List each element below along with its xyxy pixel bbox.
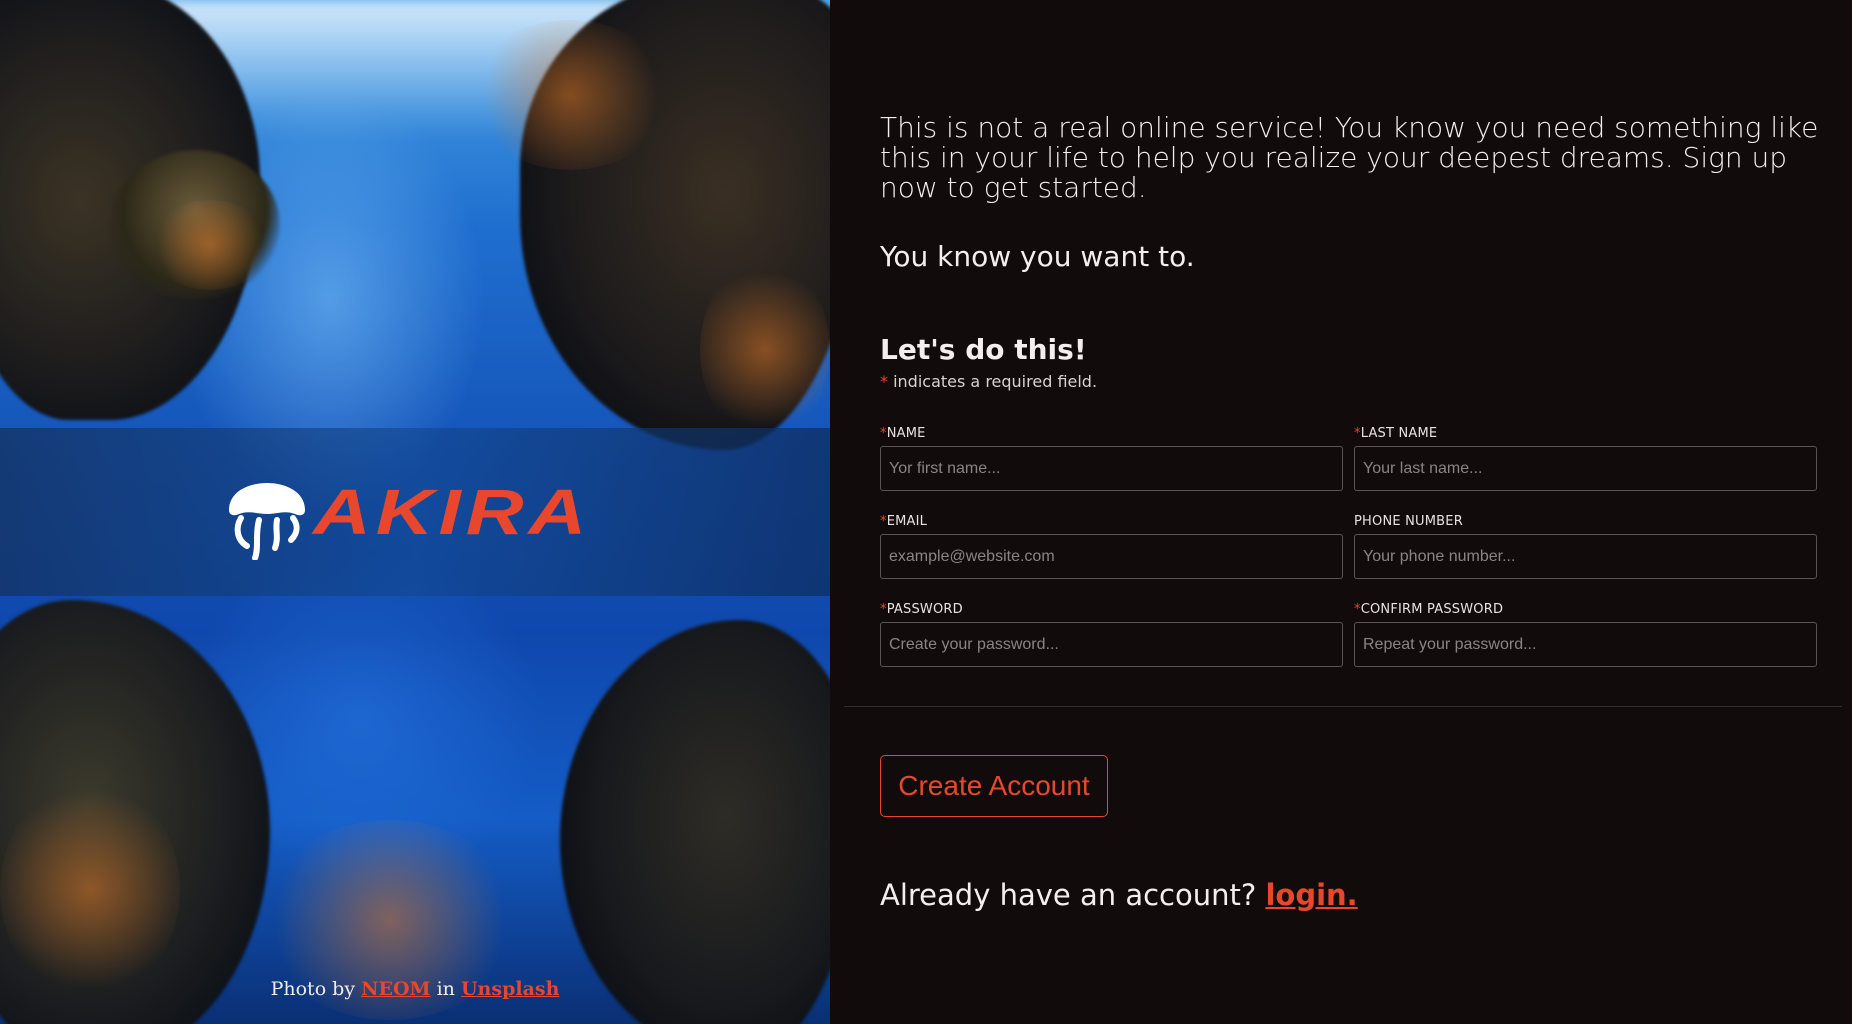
brand-band: AKIRA <box>0 428 830 596</box>
confirm-password-label: *CONFIRM PASSWORD <box>1354 602 1817 622</box>
credit-prefix: Photo by <box>270 978 356 1000</box>
intro-paragraph: This is not a real online service! You k… <box>880 111 1819 204</box>
form-title: Let's do this! <box>880 333 1087 366</box>
coral <box>150 200 270 290</box>
phone-label: PHONE NUMBER <box>1354 514 1463 529</box>
name-label-text: NAME <box>886 426 926 441</box>
coral <box>700 260 830 440</box>
create-account-button[interactable]: Create Account <box>880 755 1108 817</box>
password-field-group: *PASSWORD <box>880 602 1343 690</box>
logo-wordmark: AKIRA <box>312 476 591 548</box>
credit-middle: in <box>436 978 455 1000</box>
email-input[interactable] <box>880 534 1343 579</box>
login-prompt-text: Already have an account? <box>880 878 1257 912</box>
coral <box>470 20 670 170</box>
phone-input[interactable] <box>1354 534 1817 579</box>
email-label: *EMAIL <box>880 514 1343 534</box>
last-name-label-text: LAST NAME <box>1360 426 1438 441</box>
required-star: * <box>880 372 888 391</box>
email-label-text: EMAIL <box>886 514 928 529</box>
name-field-group: *NAME <box>880 426 1343 514</box>
required-star: * <box>880 602 887 617</box>
signup-panel: This is not a real online service! You k… <box>830 0 1852 1024</box>
reef-rock <box>560 620 830 1024</box>
intro-tagline: You know you want to. <box>880 240 1195 273</box>
login-link[interactable]: login. <box>1265 878 1357 912</box>
credit-author-link[interactable]: NEOM <box>361 978 430 1000</box>
password-label: *PASSWORD <box>880 602 1343 622</box>
last-name-field-group: *LAST NAME <box>1354 426 1817 514</box>
divider <box>844 706 1842 707</box>
required-note-text: indicates a required field. <box>893 372 1098 391</box>
name-input[interactable] <box>880 446 1343 491</box>
confirm-password-field-group: *CONFIRM PASSWORD <box>1354 602 1817 690</box>
password-input[interactable] <box>880 622 1343 667</box>
last-name-input[interactable] <box>1354 446 1817 491</box>
phone-field-group: PHONE NUMBER <box>1354 514 1817 602</box>
logo: AKIRA <box>225 464 586 560</box>
email-field-group: *EMAIL <box>880 514 1343 602</box>
jellyfish-icon <box>228 483 305 560</box>
required-star: * <box>880 514 887 529</box>
confirm-password-label-text: CONFIRM PASSWORD <box>1360 602 1504 617</box>
name-label: *NAME <box>880 426 1343 446</box>
required-note: * indicates a required field. <box>880 372 1097 391</box>
required-star: * <box>1354 426 1361 441</box>
coral <box>0 780 180 1000</box>
password-label-text: PASSWORD <box>886 602 963 617</box>
required-star: * <box>1354 602 1361 617</box>
confirm-password-input[interactable] <box>1354 622 1817 667</box>
required-star: * <box>880 426 887 441</box>
photo-credit: Photo by NEOM in Unsplash <box>0 978 830 1000</box>
credit-source-link[interactable]: Unsplash <box>461 978 559 1000</box>
hero-image: AKIRA Photo by NEOM in Unsplash <box>0 0 830 1024</box>
last-name-label: *LAST NAME <box>1354 426 1817 446</box>
login-prompt: Already have an account? login. <box>880 878 1358 912</box>
signup-form: *NAME *LAST NAME *EMAIL PHONE NUMBER *PA… <box>880 426 1817 690</box>
